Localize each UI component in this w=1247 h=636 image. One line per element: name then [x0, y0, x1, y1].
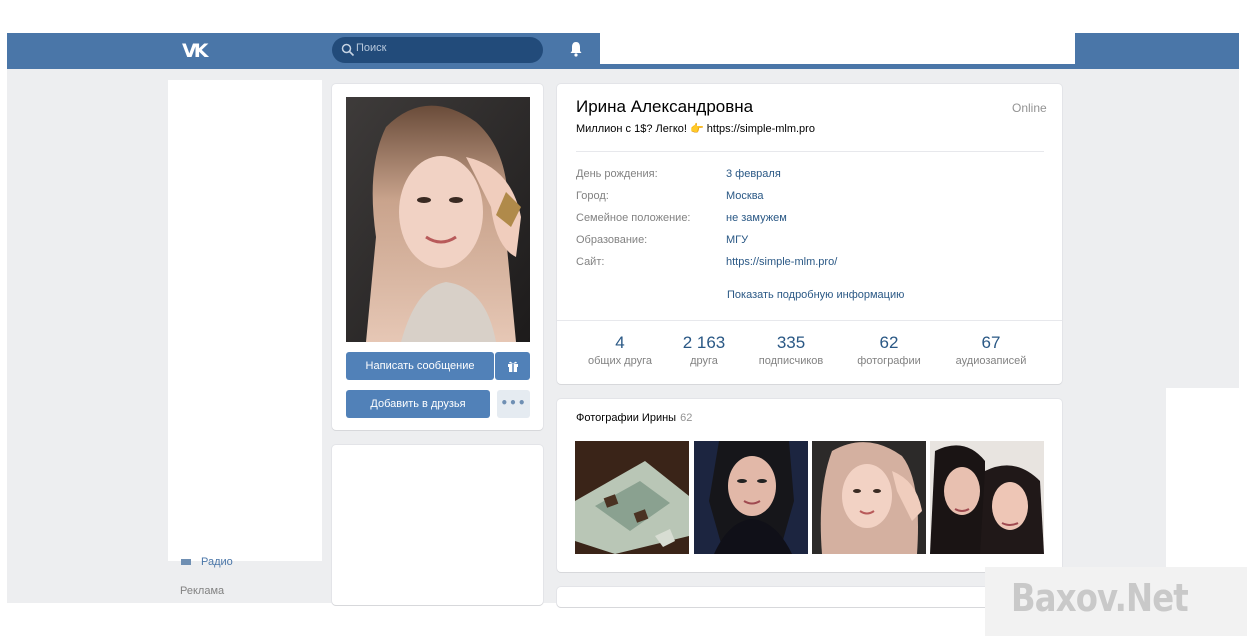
photos-title-text: Фотографии Ирины — [576, 412, 677, 424]
counter-label: аудиозаписей — [955, 355, 1027, 367]
photo-thumbnail[interactable] — [930, 441, 1044, 554]
field-value-relationship[interactable]: не замужем — [726, 212, 787, 224]
send-message-button[interactable]: Написать сообщение — [346, 352, 494, 380]
photo-thumbnail[interactable] — [694, 441, 808, 554]
field-value-education[interactable]: МГУ — [726, 234, 748, 246]
counter-photos[interactable]: 62 фотографии — [839, 333, 939, 367]
field-value-birthday[interactable]: 3 февраля — [726, 168, 781, 180]
field-value-city[interactable]: Москва — [726, 190, 764, 202]
field-label-birthday: День рождения: — [576, 168, 658, 180]
ads-link[interactable]: Реклама — [180, 585, 224, 597]
photo-portrait-blonde — [812, 441, 926, 554]
counter-followers[interactable]: 335 подписчиков — [741, 333, 841, 367]
avatar-image — [346, 97, 530, 342]
page-title: Ирина Александровна — [576, 97, 754, 116]
photo-two-girls — [930, 441, 1044, 554]
counter-number: 2 163 — [682, 333, 726, 352]
left-menu-item-label: Радио — [201, 556, 233, 568]
watermark-logo: Baxov.Net — [1011, 576, 1189, 620]
gift-button[interactable] — [495, 352, 530, 380]
bell-icon[interactable] — [569, 41, 583, 57]
field-label-relationship: Семейное положение: — [576, 212, 691, 224]
profile-avatar[interactable] — [346, 97, 530, 342]
online-status: Online — [1012, 101, 1047, 115]
counter-number: 335 — [776, 333, 806, 352]
field-label-website: Сайт: — [576, 256, 605, 268]
show-details-link[interactable]: Показать подробную информацию — [727, 289, 904, 301]
photo-portrait-dark — [694, 441, 808, 554]
search-icon — [341, 43, 355, 57]
radio-icon — [181, 559, 191, 566]
photo-thumbnail[interactable] — [575, 441, 689, 554]
field-value-website[interactable]: https://simple-mlm.pro/ — [726, 256, 837, 268]
profile-status-text: Миллион с 1$? Легко! 👉 https://simple-ml… — [576, 123, 815, 135]
counter-number: 67 — [981, 333, 1001, 352]
photos-section-title[interactable]: Фотографии Ирины 62 — [576, 412, 692, 424]
divider — [557, 320, 1062, 321]
counter-number: 62 — [879, 333, 899, 352]
add-friend-button[interactable]: Добавить в друзья — [346, 390, 490, 418]
vk-logo[interactable]: VK — [182, 40, 208, 62]
more-actions-button[interactable]: ••• — [497, 390, 530, 418]
search-input[interactable]: Поиск — [332, 37, 543, 63]
gift-icon — [507, 361, 518, 372]
header-white-overlay — [600, 33, 1075, 64]
counter-friends[interactable]: 2 163 друга — [654, 333, 754, 367]
field-label-education: Образование: — [576, 234, 648, 246]
search-placeholder: Поиск — [356, 42, 387, 54]
left-menu-panel — [168, 80, 322, 561]
counter-audio[interactable]: 67 аудиозаписей — [941, 333, 1041, 367]
counter-label: друга — [690, 355, 718, 367]
photo-money-puzzle — [575, 441, 689, 554]
counter-label: фотографии — [857, 355, 921, 367]
divider — [576, 151, 1044, 152]
field-label-city: Город: — [576, 190, 609, 202]
photos-count: 62 — [680, 412, 693, 424]
counter-label: подписчиков — [758, 355, 824, 367]
photo-thumbnail[interactable] — [812, 441, 926, 554]
friends-block-card — [332, 445, 543, 605]
left-menu-item-radio[interactable]: Радио — [181, 556, 233, 568]
